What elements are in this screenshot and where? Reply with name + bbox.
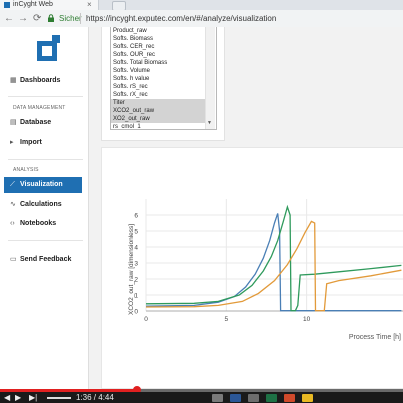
database-icon: ▤ bbox=[10, 119, 17, 126]
skip-back-icon[interactable]: ◀ bbox=[4, 392, 10, 403]
sidebar-item-import[interactable]: ▸ Import bbox=[4, 135, 82, 151]
incyght-logo bbox=[37, 35, 60, 61]
forward-icon[interactable]: → bbox=[18, 10, 28, 27]
variable-option[interactable]: XO2_out_raw bbox=[111, 115, 212, 123]
url-divider bbox=[80, 13, 81, 24]
sidebar-item-label: Import bbox=[20, 139, 42, 146]
sidebar-item-notebooks[interactable]: ‹› Notebooks bbox=[4, 216, 82, 232]
sidebar-item-label: Notebooks bbox=[20, 220, 57, 227]
variable-option[interactable]: Softs. rX_rec bbox=[111, 91, 212, 99]
skip-forward-icon[interactable]: ▶| bbox=[29, 392, 37, 403]
sidebar-item-send-feedback[interactable]: ▭ Send Feedback bbox=[4, 252, 82, 268]
sidebar-item-label: Dashboards bbox=[20, 77, 61, 84]
tab-close-icon[interactable]: × bbox=[87, 0, 92, 10]
sidebar-item-label: Send Feedback bbox=[20, 256, 72, 263]
play-icon[interactable]: ▶ bbox=[15, 392, 21, 403]
taskbar-chrome-icon[interactable] bbox=[302, 394, 313, 402]
sidebar-item-label: Calculations bbox=[20, 201, 62, 208]
listbox-scrollbar[interactable] bbox=[205, 27, 215, 129]
sidebar-item-calculations[interactable]: ∿ Calculations bbox=[4, 197, 82, 213]
taskbar-app-icon[interactable] bbox=[284, 394, 295, 402]
favicon-icon bbox=[4, 2, 10, 8]
variable-option[interactable]: Softs. Biomass bbox=[111, 35, 212, 43]
divider bbox=[8, 159, 83, 160]
divider bbox=[8, 240, 83, 241]
section-analysis: ANALYSIS bbox=[13, 167, 39, 173]
taskbar-app-icon[interactable] bbox=[230, 394, 241, 402]
variable-option[interactable]: Softs. h value bbox=[111, 75, 212, 83]
divider bbox=[8, 96, 83, 97]
y-axis-title-text: XCO2_out_raw [dimensionless] bbox=[128, 224, 135, 315]
chart-line-icon: ⟋ bbox=[10, 181, 15, 188]
reload-icon[interactable]: ⟳ bbox=[33, 10, 41, 27]
variable-option[interactable]: Softs. CER_rec bbox=[111, 43, 212, 51]
x-tick-label: 10 bbox=[303, 316, 311, 323]
volume-slider[interactable] bbox=[47, 397, 71, 399]
line-chart[interactable]: 01234560 5 10Process Time [h] bbox=[101, 195, 403, 355]
variable-listbox[interactable]: Product_raw Softs. Biomass Softs. CER_rec S… bbox=[110, 27, 217, 130]
sidebar-item-visualization[interactable]: ⟋ Visualization bbox=[4, 177, 82, 193]
browser-tab-strip: inCyght Web × bbox=[0, 0, 403, 11]
taskbar-app-icon[interactable] bbox=[248, 394, 259, 402]
x-axis-title: Process Time [h] bbox=[349, 334, 401, 341]
variable-option[interactable]: Product_raw bbox=[111, 27, 212, 35]
dashboard-icon: ▦ bbox=[10, 77, 17, 84]
sidebar-item-label: Database bbox=[20, 119, 52, 126]
taskbar-excel-icon[interactable] bbox=[266, 394, 277, 402]
code-icon: ‹› bbox=[10, 220, 15, 227]
variable-option[interactable]: Softs. Volume bbox=[111, 67, 212, 75]
section-data-management: DATA MANAGEMENT bbox=[13, 105, 66, 111]
x-tick-label: 0 bbox=[144, 316, 148, 323]
scroll-down-icon[interactable]: ▼ bbox=[207, 120, 212, 126]
chat-icon: ▭ bbox=[10, 256, 17, 263]
url-field[interactable]: https://incyght.exputec.com/en/#/analyze… bbox=[86, 10, 276, 27]
variable-option[interactable]: Titer bbox=[111, 99, 212, 107]
import-icon: ▸ bbox=[10, 139, 14, 146]
lock-icon bbox=[48, 14, 54, 22]
secure-label: Sicher bbox=[59, 14, 82, 23]
variable-option[interactable]: rs_cmol_1 bbox=[111, 123, 212, 129]
y-axis-title: XCO2_out_raw [dimensionless] bbox=[128, 224, 135, 315]
sidebar-item-label: Visualization bbox=[20, 181, 63, 188]
variable-option[interactable]: Softs. Total Biomass bbox=[111, 59, 212, 67]
variable-option[interactable]: XCO2_out_raw bbox=[111, 107, 212, 115]
series-line-orange[interactable] bbox=[145, 220, 402, 312]
taskbar-app-icon[interactable] bbox=[212, 394, 223, 402]
sidebar-item-database[interactable]: ▤ Database bbox=[4, 115, 82, 131]
series-line-blue[interactable] bbox=[145, 213, 402, 312]
x-tick-label: 5 bbox=[225, 316, 229, 323]
calculator-icon: ∿ bbox=[10, 201, 16, 208]
sidebar-item-dashboards[interactable]: ▦ Dashboards bbox=[4, 73, 82, 89]
browser-tab[interactable]: inCyght Web × bbox=[0, 0, 99, 10]
variable-option[interactable]: Softs. rS_rec bbox=[111, 83, 212, 91]
variable-option[interactable]: Softs. OUR_rec bbox=[111, 51, 212, 59]
video-time: 1:36 / 4:44 bbox=[76, 393, 114, 402]
back-icon[interactable]: ← bbox=[4, 10, 14, 27]
tab-title: inCyght Web bbox=[13, 1, 53, 8]
